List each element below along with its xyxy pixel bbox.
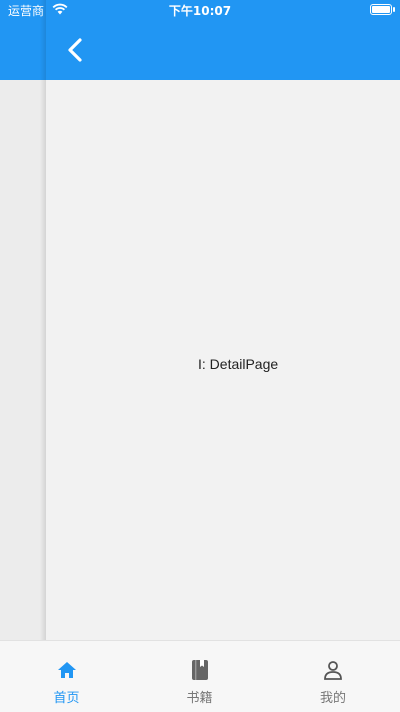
back-button[interactable] — [60, 34, 92, 66]
bottom-navigation-bar: 首页 书籍 我的 — [0, 640, 400, 712]
chevron-left-icon — [68, 38, 82, 62]
battery-icon — [370, 4, 395, 15]
home-icon — [56, 659, 78, 681]
nav-label-books: 书籍 — [186, 691, 213, 706]
detail-page-text: I: DetailPage — [198, 356, 279, 372]
status-bar: 运营商 下午10:07 — [0, 0, 400, 20]
status-time: 下午10:07 — [168, 4, 232, 18]
screen: 运营商 下午10:07 I: DetailPage 首页 书籍 我的 — [0, 0, 400, 712]
book-icon — [189, 659, 211, 681]
nav-label-home: 首页 — [53, 691, 80, 706]
nav-item-profile[interactable]: 我的 — [266, 641, 400, 712]
nav-item-home[interactable]: 首页 — [0, 641, 133, 712]
previous-page-edge — [0, 0, 46, 640]
nav-label-profile: 我的 — [319, 691, 346, 706]
person-icon — [322, 659, 344, 681]
detail-page-content: I: DetailPage — [46, 80, 400, 640]
nav-item-books[interactable]: 书籍 — [133, 641, 266, 712]
